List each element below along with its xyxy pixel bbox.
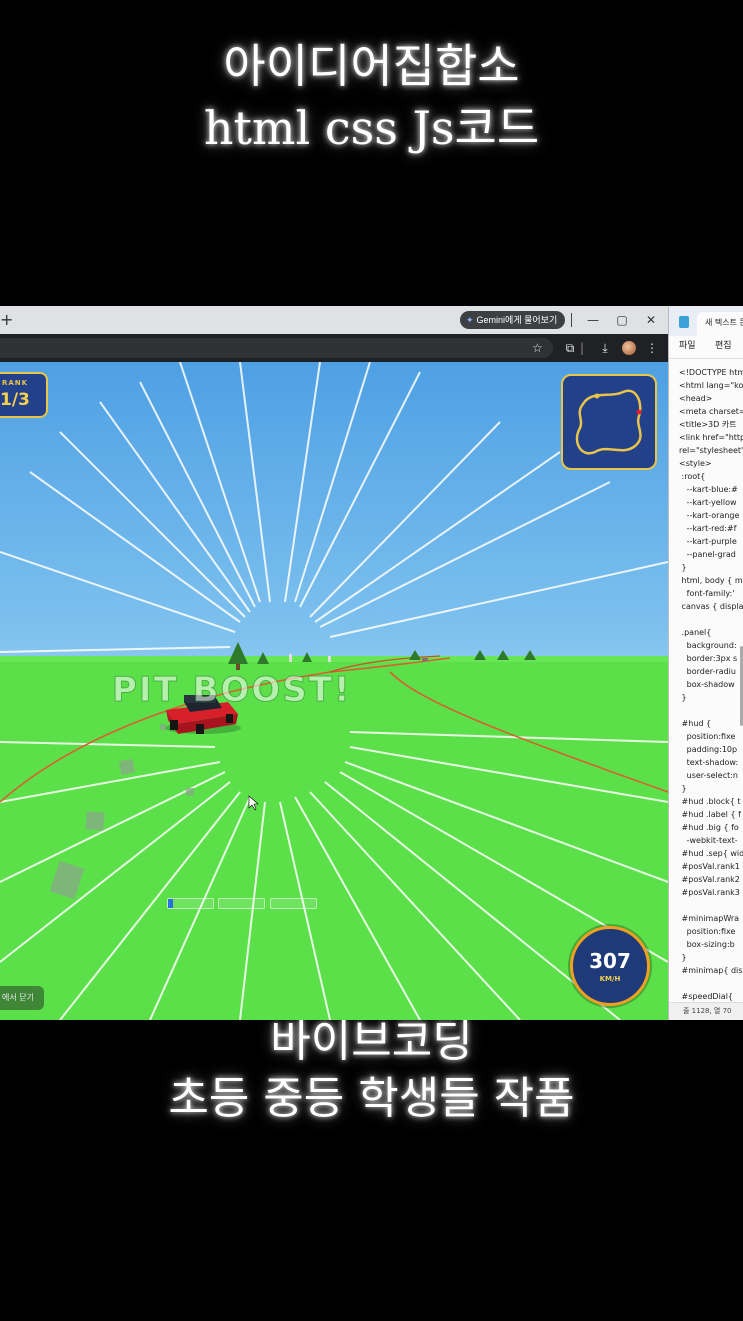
minimap	[561, 374, 657, 470]
menu-file[interactable]: 파일	[679, 338, 696, 351]
boost-segment-3	[270, 898, 317, 909]
menu-icon[interactable]: ⋮	[644, 340, 660, 356]
code-line: :root{	[679, 472, 706, 481]
notepad-icon	[679, 316, 689, 328]
code-line: border:3px s	[679, 654, 738, 663]
code-line: #posVal.rank1	[679, 862, 740, 871]
code-line: -webkit-text-	[679, 836, 738, 845]
boost-segment-2	[218, 898, 265, 909]
code-line: rel="stylesheet"	[679, 446, 743, 455]
code-line: border-radiu	[679, 667, 736, 676]
close-button[interactable]: ✕	[641, 310, 661, 330]
code-line: <title>3D 카트	[679, 420, 737, 429]
bookmark-star-icon[interactable]: ☆	[532, 341, 543, 355]
code-line: <!DOCTYPE htm	[679, 368, 743, 377]
code-line: font-family:'	[679, 589, 735, 598]
minimap-track	[575, 389, 642, 455]
code-line: #hud {	[679, 719, 712, 728]
pit-boost-banner: PIT BOOST!	[112, 670, 352, 711]
speed-dial: 307 KM/H	[570, 926, 650, 1006]
code-line: #minimap{ dis	[679, 966, 743, 975]
toolbar-separator: |	[580, 341, 585, 355]
code-line: --kart-purple	[679, 537, 737, 546]
code-line: canvas { displa	[679, 602, 743, 611]
notepad-tab[interactable]: 새 텍스트 문	[697, 312, 743, 336]
code-line: }	[679, 953, 687, 962]
code-line: #posVal.rank3	[679, 888, 740, 897]
code-line: <style>	[679, 459, 712, 468]
minimize-button[interactable]: —	[583, 310, 603, 330]
code-line: }	[679, 563, 687, 572]
boost-segment-1	[167, 898, 214, 909]
caption-subtitle: html css Js코드	[203, 101, 540, 155]
code-line: #minimapWra	[679, 914, 740, 923]
boost-segment-fill	[168, 899, 174, 908]
code-line: --kart-blue:#	[679, 485, 738, 494]
code-line: #posVal.rank2	[679, 875, 740, 884]
maximize-button[interactable]: ▢	[612, 310, 632, 330]
code-line: text-shadow:	[679, 758, 739, 767]
browser-window: + ✦ Gemini에게 물어보기 — ▢ ✕ ☆ ⧉ | ⤓ ⋮ RANK 1…	[0, 306, 668, 1020]
code-line: padding:10p	[679, 745, 738, 754]
code-line: <html lang="ko	[679, 381, 743, 390]
minimap-player-dot	[594, 393, 600, 399]
code-line: html, body { m	[679, 576, 743, 585]
notepad-titlebar: 새 텍스트 문	[669, 306, 743, 336]
code-line: #hud .block{ t	[679, 797, 741, 806]
new-tab-button[interactable]: +	[0, 310, 13, 330]
gemini-button-label: Gemini에게 물어보기	[476, 315, 558, 325]
grass-ground	[0, 656, 668, 1020]
code-line: .panel{	[679, 628, 712, 637]
rank-value: 1/3	[0, 390, 30, 410]
avatar[interactable]	[622, 341, 636, 355]
download-icon[interactable]: ⤓	[597, 340, 613, 356]
code-line: --kart-red:#f	[679, 524, 737, 533]
code-line: --kart-orange	[679, 511, 740, 520]
tab-separator	[571, 313, 572, 327]
code-line: --panel-grad	[679, 550, 736, 559]
code-line: user-select:n	[679, 771, 738, 780]
rank-label: RANK	[2, 379, 29, 387]
notepad-tab-title: 새 텍스트 문	[705, 318, 743, 327]
code-line: box-shadow	[679, 680, 735, 689]
caption-title: 아이디어집합소	[223, 39, 520, 93]
tab-bar: + ✦ Gemini에게 물어보기 — ▢ ✕	[0, 306, 668, 334]
code-line: --kart-yellow	[679, 498, 737, 507]
game-viewport[interactable]: RANK 1/3 PIT BOOST! 307 KM/H 에서 닫기	[0, 362, 668, 1020]
code-line: position:fixe	[679, 927, 736, 936]
extensions-icon[interactable]: ⧉	[562, 340, 578, 356]
code-line: <head>	[679, 394, 713, 403]
code-editor[interactable]: <!DOCTYPE htm <html lang="ko <head> <meta c…	[679, 366, 743, 1003]
code-line: background:	[679, 641, 737, 650]
code-line: #hud .label { f	[679, 810, 741, 819]
notepad-status-bar: 줄 1128, 열 70	[669, 1002, 743, 1020]
notepad-divider	[669, 358, 743, 359]
speed-unit: KM/H	[599, 975, 621, 983]
url-input[interactable]: ☆	[0, 338, 553, 358]
code-line: }	[679, 693, 687, 702]
gemini-sparkle-icon: ✦	[466, 315, 474, 325]
code-line: }	[679, 784, 687, 793]
code-line: #hud .big { fo	[679, 823, 739, 832]
code-line: box-sizing:b	[679, 940, 735, 949]
caption-bottom-title: 바이브코딩	[270, 1016, 473, 1067]
minimap-rival-dot	[636, 409, 642, 415]
gemini-button[interactable]: ✦ Gemini에게 물어보기	[460, 311, 566, 329]
code-line: #hud .sep{ wid	[679, 849, 743, 858]
menu-edit[interactable]: 편집	[715, 338, 732, 351]
rank-panel: RANK 1/3	[0, 372, 48, 418]
address-bar: ☆ ⧉ | ⤓ ⋮	[0, 334, 668, 362]
close-hint-button[interactable]: 에서 닫기	[0, 986, 44, 1010]
code-line: <meta charset=	[679, 407, 743, 416]
code-line: position:fixe	[679, 732, 736, 741]
speed-value: 307	[589, 949, 631, 973]
notepad-window: 새 텍스트 문 파일 편집 <!DOCTYPE htm <html lang="k…	[668, 306, 743, 1020]
code-line: <link href="http	[679, 433, 743, 442]
caption-bottom-subtitle: 초등 중등 학생들 작품	[168, 1073, 575, 1124]
